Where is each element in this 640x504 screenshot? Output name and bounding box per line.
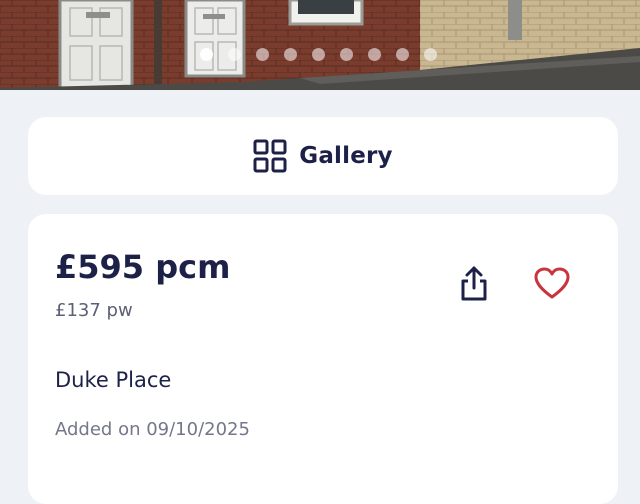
weekly-price: £137 pw [55,300,133,321]
monthly-price: £595 pcm [55,248,231,286]
carousel-dot[interactable] [312,48,325,61]
carousel-dot[interactable] [228,48,241,61]
heart-icon [534,267,570,299]
property-address: Duke Place [55,368,172,392]
favourite-button[interactable] [532,264,572,304]
property-photo-carousel[interactable] [0,0,640,90]
carousel-dot[interactable] [424,48,437,61]
carousel-dot[interactable] [368,48,381,61]
gallery-button[interactable]: Gallery [28,117,618,195]
listing-details-card: £595 pcm £137 pw Duke Place Added on 09/… [28,214,618,504]
share-button[interactable] [456,264,492,304]
carousel-dot[interactable] [256,48,269,61]
added-date: Added on 09/10/2025 [55,419,250,440]
carousel-dot[interactable] [340,48,353,61]
carousel-dot[interactable] [284,48,297,61]
carousel-dot[interactable] [200,48,213,61]
carousel-indicators [0,48,640,64]
gallery-label: Gallery [299,143,393,169]
grid-icon [253,139,287,173]
property-photo [0,0,640,90]
share-icon [461,266,487,301]
carousel-dot[interactable] [396,48,409,61]
gallery-button-content: Gallery [253,139,393,173]
